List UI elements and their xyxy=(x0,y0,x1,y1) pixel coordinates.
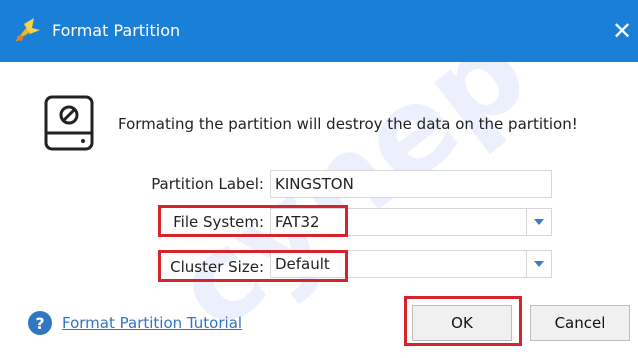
cluster-size-highlight xyxy=(158,250,348,282)
chevron-down-icon xyxy=(534,219,544,225)
app-logo-icon xyxy=(15,18,40,42)
cancel-button[interactable]: Cancel xyxy=(530,305,630,341)
disk-warning-icon xyxy=(44,95,94,151)
window-title: Format Partition xyxy=(52,21,181,40)
close-icon[interactable]: ✕ xyxy=(606,14,638,48)
help-icon[interactable]: ? xyxy=(28,311,52,335)
file-system-dropdown-button[interactable] xyxy=(526,209,551,235)
partition-label-value: KINGSTON xyxy=(275,175,354,193)
svg-text:?: ? xyxy=(35,314,44,333)
cluster-size-dropdown-button[interactable] xyxy=(526,251,551,277)
format-partition-tutorial-link[interactable]: Format Partition Tutorial xyxy=(62,313,242,333)
chevron-down-icon xyxy=(534,261,544,267)
warning-message: Formating the partition will destroy the… xyxy=(118,115,578,133)
partition-label-input[interactable]: KINGSTON xyxy=(270,170,552,198)
partition-label-label: Partition Label: xyxy=(151,175,264,193)
title-bar: Format Partition ✕ xyxy=(0,0,638,62)
ok-button-highlight xyxy=(404,296,522,346)
file-system-highlight xyxy=(158,205,348,237)
